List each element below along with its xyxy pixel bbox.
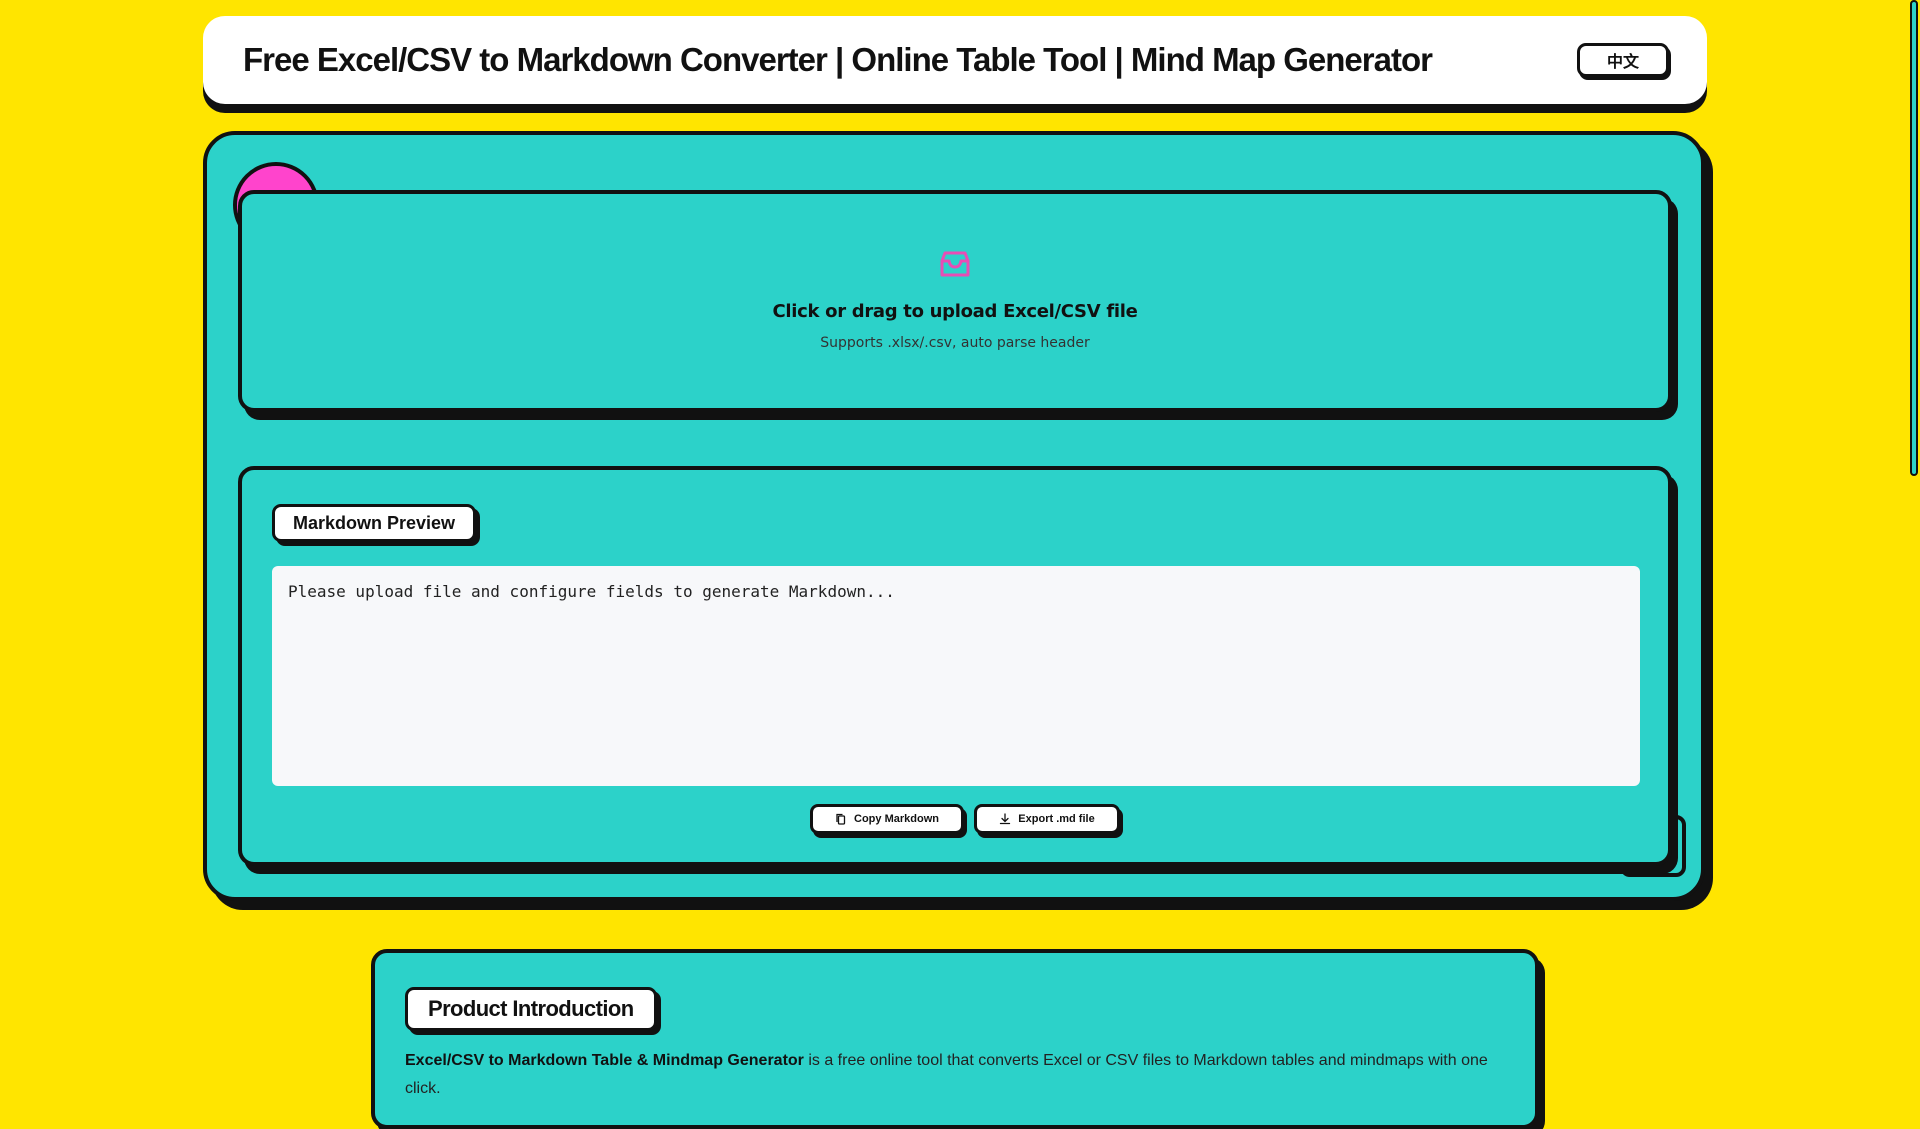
product-introduction-text: Excel/CSV to Markdown Table & Mindmap Ge…: [405, 1047, 1515, 1103]
copy-markdown-button[interactable]: Copy Markdown: [810, 804, 964, 834]
upload-subtitle: Supports .xlsx/.csv, auto parse header: [820, 335, 1090, 351]
export-md-button[interactable]: Export .md file: [974, 804, 1120, 834]
file-upload-dropzone[interactable]: Click or drag to upload Excel/CSV file S…: [238, 190, 1672, 412]
scrollbar-track[interactable]: [1906, 0, 1920, 1080]
inbox-icon: [940, 251, 970, 277]
preview-actions: Copy Markdown Export .md file: [242, 804, 1668, 834]
markdown-output-area[interactable]: Please upload file and configure fields …: [272, 566, 1640, 786]
copy-icon: [836, 813, 846, 825]
page-title: Free Excel/CSV to Markdown Converter | O…: [243, 41, 1433, 78]
upload-title: Click or drag to upload Excel/CSV file: [772, 301, 1138, 322]
page-header: Free Excel/CSV to Markdown Converter | O…: [203, 16, 1707, 104]
markdown-preview-label: Markdown Preview: [272, 504, 477, 542]
scrollbar-thumb[interactable]: [1910, 0, 1918, 476]
copy-markdown-label: Copy Markdown: [854, 813, 939, 825]
download-icon: [1000, 813, 1011, 825]
markdown-preview-card: Markdown Preview Please upload file and …: [238, 466, 1672, 866]
export-md-label: Export .md file: [1018, 813, 1095, 825]
product-introduction-section: Product Introduction Excel/CSV to Markdo…: [371, 949, 1539, 1129]
product-name: Excel/CSV to Markdown Table & Mindmap Ge…: [405, 1052, 804, 1069]
product-introduction-label: Product Introduction: [405, 987, 657, 1031]
language-toggle-button[interactable]: 中文: [1577, 43, 1669, 77]
